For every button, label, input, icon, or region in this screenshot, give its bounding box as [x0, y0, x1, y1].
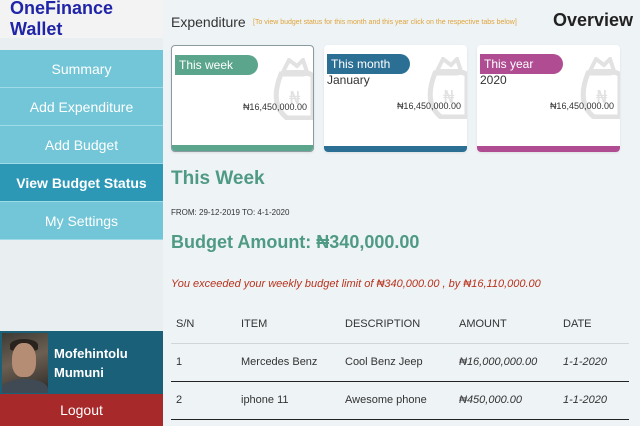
table-row: 2 iphone 11 Awesome phone ₦450,000.00 1-… [171, 381, 629, 420]
budget-amount: Budget Amount: ₦340,000.00 [171, 232, 420, 252]
card-amount: ₦16,450,000.00 [242, 102, 307, 112]
card-tag: This year [480, 54, 563, 74]
table-cell: ₦450,000.00 [459, 381, 563, 420]
table-cell: 1-1-2020 [563, 381, 629, 420]
sidebar-item-add-budget[interactable]: Add Budget [0, 126, 163, 164]
profile-name: Mofehintolu Mumuni [54, 344, 128, 382]
table-cell: 1 [171, 343, 241, 382]
card-accent-bar [172, 145, 313, 151]
tab-this-year[interactable]: ₦ This year 2020 ₦16,450,000.00 [477, 45, 620, 152]
table-cell: 1-1-2020 [563, 343, 629, 382]
date-range: FROM: 29-12-2019 TO: 4-1-2020 [171, 208, 290, 217]
expenditure-table: S/N ITEM DESCRIPTION AMOUNT DATE 1 Merce… [171, 305, 629, 420]
column-header: ITEM [241, 305, 345, 344]
app-brand[interactable]: OneFinance Wallet [0, 0, 163, 39]
card-tag: This week [175, 55, 258, 75]
sidebar-item-view-budget-status[interactable]: View Budget Status [0, 164, 163, 202]
tabs-hint: [To view budget status for this month an… [253, 19, 517, 26]
card-accent-bar [324, 146, 467, 152]
table-cell: Cool Benz Jeep [345, 343, 459, 382]
table-row: 1 Mercedes Benz Cool Benz Jeep ₦16,000,0… [171, 343, 629, 382]
budget-warning: You exceeded your weekly budget limit of… [171, 278, 541, 290]
column-header: DATE [563, 305, 629, 344]
profile-last-name: Mumuni [54, 364, 104, 380]
table-cell: Mercedes Benz [241, 343, 345, 382]
card-accent-bar [477, 146, 620, 152]
sidebar-item-summary[interactable]: Summary [0, 50, 163, 88]
card-subtitle: January [327, 73, 370, 87]
main-content: Expenditure [To view budget status for t… [163, 0, 640, 426]
table-cell: Awesome phone [345, 381, 459, 420]
avatar [2, 332, 48, 393]
sidebar: OneFinance Wallet Summary Add Expenditur… [0, 0, 163, 426]
profile-first-name: Mofehintolu [54, 345, 128, 361]
logout-button[interactable]: Logout [0, 394, 163, 426]
overview-heading: Overview [552, 10, 633, 30]
tab-this-month[interactable]: ₦ This month January ₦16,450,000.00 [324, 45, 467, 152]
column-header: AMOUNT [459, 305, 563, 344]
sidebar-item-my-settings[interactable]: My Settings [0, 202, 163, 240]
table-cell: iphone 11 [241, 381, 345, 420]
table-cell: ₦16,000,000.00 [459, 343, 563, 382]
card-subtitle: 2020 [480, 73, 507, 87]
table-header-row: S/N ITEM DESCRIPTION AMOUNT DATE [171, 305, 629, 344]
user-profile: Mofehintolu Mumuni [0, 331, 163, 394]
column-header: S/N [171, 305, 241, 344]
card-amount: ₦16,450,000.00 [396, 101, 461, 111]
column-header: DESCRIPTION [345, 305, 459, 344]
tab-this-week[interactable]: ₦ This week ₦16,450,000.00 [171, 45, 314, 152]
table-cell: 2 [171, 381, 241, 420]
sidebar-nav: Summary Add Expenditure Add Budget View … [0, 50, 163, 240]
page-title: Expenditure [171, 14, 246, 30]
card-tag: This month [327, 54, 410, 74]
page-header: Expenditure [To view budget status for t… [171, 10, 633, 36]
section-title: This Week [171, 168, 265, 189]
sidebar-item-add-expenditure[interactable]: Add Expenditure [0, 88, 163, 126]
card-amount: ₦16,450,000.00 [549, 101, 614, 111]
